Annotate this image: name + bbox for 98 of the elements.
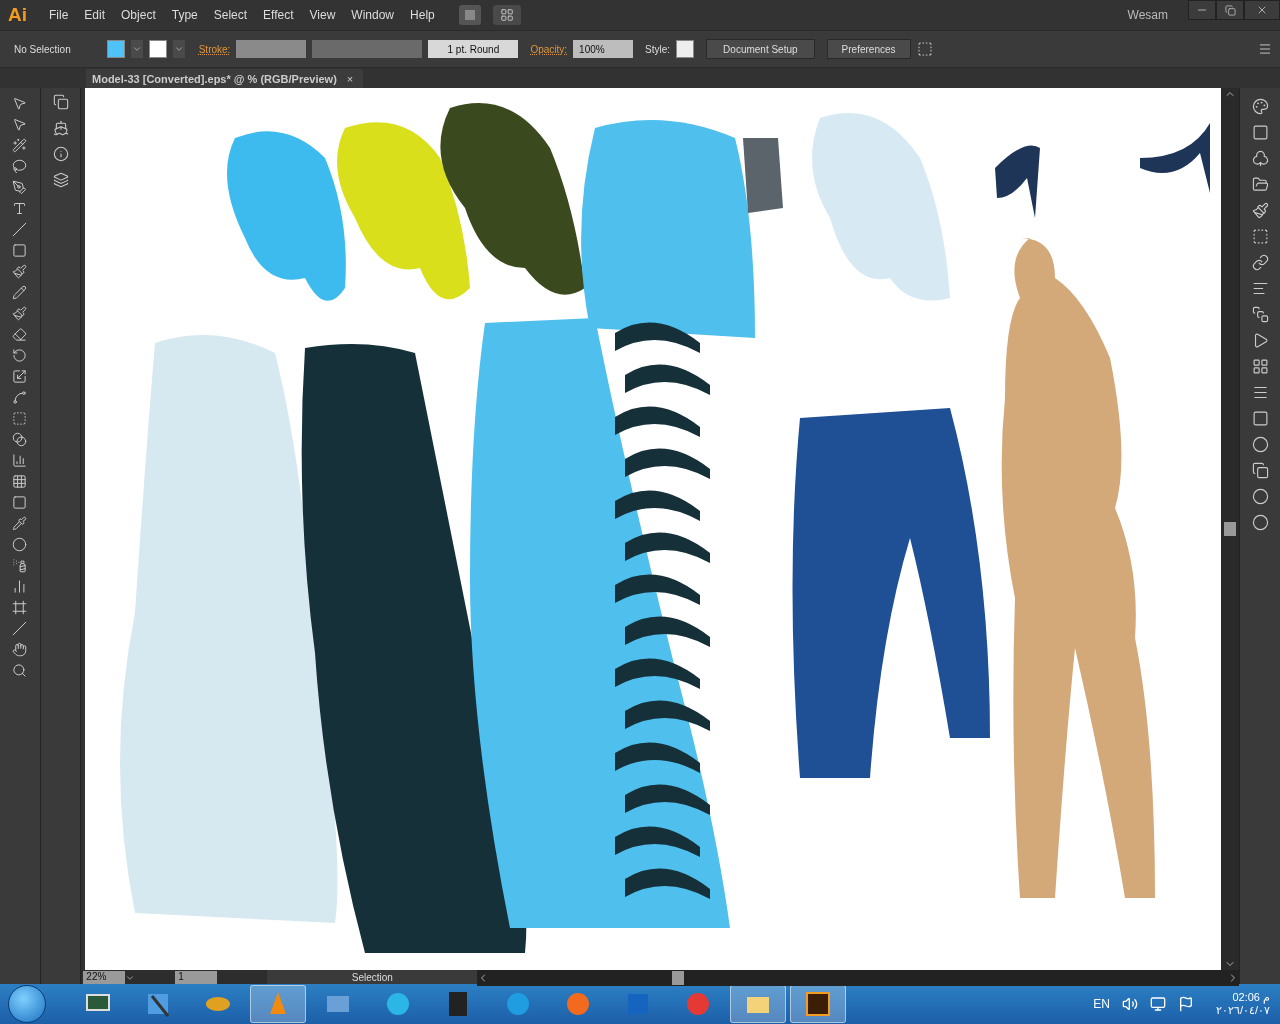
close-icon[interactable] xyxy=(1256,4,1268,16)
volume-icon[interactable] xyxy=(1121,996,1138,1012)
edge-app-icon xyxy=(504,990,532,1018)
restore-button[interactable] xyxy=(1216,0,1244,20)
menu-item[interactable]: Select xyxy=(205,8,256,22)
zoom-field[interactable]: 22% xyxy=(83,971,126,985)
scroll-thumb[interactable] xyxy=(1224,522,1237,536)
workspace-switcher[interactable]: Wesam xyxy=(1127,8,1168,22)
line-tool-icon[interactable] xyxy=(12,222,28,237)
paintbrush-icon[interactable] xyxy=(12,264,28,279)
stroke-panel-icon[interactable] xyxy=(1251,384,1269,401)
warp-tool-icon[interactable] xyxy=(12,390,28,405)
document-tab[interactable]: Model-33 [Converted].eps* @ % (RGB/Preview) × xyxy=(86,69,364,88)
reel-app-icon xyxy=(384,990,412,1018)
opacity-label[interactable]: Opacity: xyxy=(530,43,568,55)
document-title: Model-33 [Converted].eps* @ % (RGB/Preview) xyxy=(92,72,337,85)
shape-builder-icon[interactable] xyxy=(12,432,28,447)
pencil-icon[interactable] xyxy=(12,285,28,300)
control-button[interactable]: Document Setup xyxy=(706,39,815,59)
zoom-tool-icon[interactable] xyxy=(12,663,28,678)
caret-icon[interactable] xyxy=(131,44,142,54)
menu-item[interactable]: Effect xyxy=(255,8,302,22)
perspective-grid-icon[interactable] xyxy=(12,453,28,468)
artboards-panel-icon[interactable] xyxy=(52,94,69,110)
info-icon[interactable] xyxy=(52,146,69,162)
align-icon[interactable] xyxy=(1251,280,1269,297)
action-center-icon[interactable] xyxy=(1177,996,1194,1012)
style-label: Style: xyxy=(645,43,671,55)
style-swatch[interactable] xyxy=(676,40,695,58)
hand-tool-icon[interactable] xyxy=(12,642,28,657)
menu-item[interactable]: Window xyxy=(343,8,403,22)
pen-tool-icon[interactable] xyxy=(12,180,28,195)
layout-icon[interactable] xyxy=(499,8,514,22)
shoe-drawing xyxy=(1140,123,1211,193)
eyedropper-icon[interactable] xyxy=(12,516,28,531)
magic-wand-icon[interactable] xyxy=(12,138,28,153)
menu-item[interactable]: Help xyxy=(402,8,443,22)
slice-tool-icon[interactable] xyxy=(12,621,28,636)
opacity-field[interactable]: 100% xyxy=(573,40,634,58)
control-button[interactable]: Preferences xyxy=(826,39,911,59)
artboard-tool-icon[interactable] xyxy=(12,600,28,615)
firefox-app-icon xyxy=(564,990,592,1018)
symbols-icon[interactable] xyxy=(1251,150,1269,167)
restore-icon[interactable] xyxy=(1224,4,1236,16)
selection-tool-icon[interactable] xyxy=(12,96,28,111)
caret-icon[interactable] xyxy=(173,44,184,54)
brushes-icon[interactable] xyxy=(1251,202,1269,219)
menu-item[interactable]: View xyxy=(301,8,344,22)
clock[interactable]: 02:06 م ٢٠٢٦/٠٤/٠٧ xyxy=(1215,991,1270,1017)
menu-item[interactable]: Edit xyxy=(76,8,114,22)
isolate-icon[interactable] xyxy=(916,41,933,57)
artboards-icon[interactable] xyxy=(1251,462,1269,479)
rotate-tool-icon[interactable] xyxy=(12,348,28,363)
taskbar-app[interactable] xyxy=(790,985,846,1023)
swatches-icon[interactable] xyxy=(1251,358,1269,375)
type-tool-icon[interactable] xyxy=(12,201,28,216)
rectangle-tool-icon[interactable] xyxy=(12,243,28,258)
chrome-app-icon xyxy=(684,990,712,1018)
minimize-button[interactable] xyxy=(1188,0,1216,20)
panel-menu-icon[interactable] xyxy=(1258,42,1272,56)
arrange-documents-button[interactable] xyxy=(492,5,521,25)
language-indicator[interactable]: EN xyxy=(1093,997,1110,1011)
libraries-icon[interactable] xyxy=(1251,176,1269,193)
eraser-icon[interactable] xyxy=(12,327,28,342)
taskbar-app[interactable] xyxy=(730,985,786,1023)
menu-item[interactable]: File xyxy=(41,8,77,22)
scale-tool-icon[interactable] xyxy=(12,369,28,384)
fill-swatch[interactable] xyxy=(106,40,125,58)
start-button[interactable] xyxy=(8,985,46,1023)
stroke-swatch[interactable] xyxy=(148,40,167,58)
navigator-icon[interactable] xyxy=(52,120,69,136)
lasso-icon[interactable] xyxy=(12,159,28,174)
direct-selection-icon[interactable] xyxy=(12,117,28,132)
pathfinder-icon[interactable] xyxy=(1251,306,1269,323)
menu-item[interactable]: Object xyxy=(113,8,164,22)
graph-tool-icon[interactable] xyxy=(12,579,28,594)
scroll-thumb[interactable] xyxy=(672,971,685,985)
stroke-weight-field[interactable] xyxy=(236,40,307,58)
selection-status: No Selection xyxy=(14,43,71,55)
brush-field[interactable]: 1 pt. Round xyxy=(428,40,519,58)
links-icon[interactable] xyxy=(1251,254,1269,271)
variable-width-field[interactable] xyxy=(312,40,423,58)
illustrator-app-icon xyxy=(804,990,832,1018)
transform-icon[interactable] xyxy=(1251,228,1269,245)
bridge-button[interactable] xyxy=(458,5,481,25)
color-panel-icon[interactable] xyxy=(1251,98,1269,115)
artboard-number-field[interactable]: 1 xyxy=(175,971,218,985)
symbol-sprayer-icon[interactable] xyxy=(12,558,28,573)
caret-icon[interactable] xyxy=(125,973,136,983)
menu-item[interactable]: Type xyxy=(163,8,206,22)
app-logo: Ai xyxy=(7,4,28,26)
tab-close[interactable]: × xyxy=(346,72,354,85)
mesh-tool-icon[interactable] xyxy=(12,474,28,489)
blob-brush-icon[interactable] xyxy=(12,306,28,321)
network-icon[interactable] xyxy=(1149,996,1166,1012)
layers-icon[interactable] xyxy=(52,172,69,188)
stroke-label[interactable]: Stroke: xyxy=(198,43,231,55)
free-transform-icon[interactable] xyxy=(12,411,28,426)
